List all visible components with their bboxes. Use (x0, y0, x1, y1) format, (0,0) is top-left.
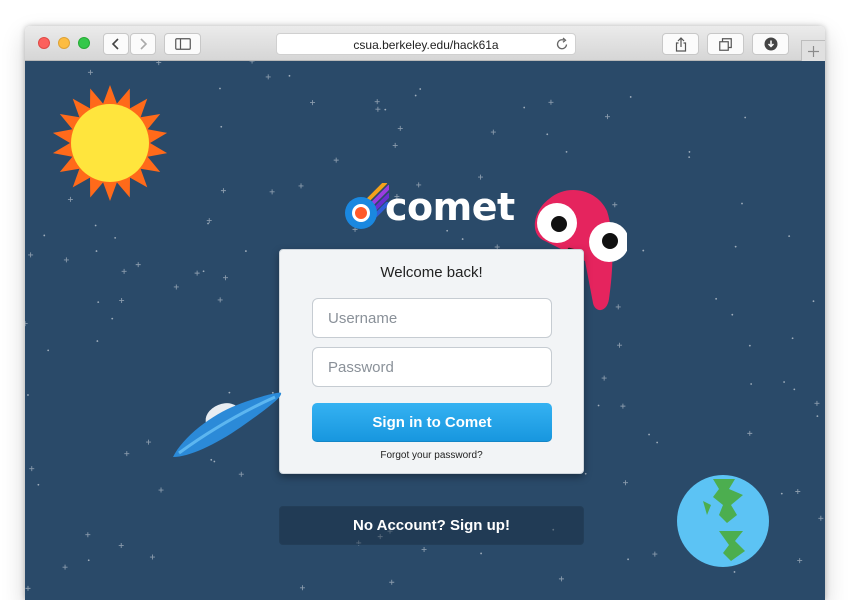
browser-toolbar: csua.berkeley.edu/hack61a (25, 26, 825, 61)
sun-icon (52, 85, 168, 201)
zoom-window-button[interactable] (78, 37, 90, 49)
login-card: Welcome back! Sign in to Comet Forgot yo… (279, 249, 584, 474)
sidebar-button[interactable] (164, 33, 201, 55)
plus-icon (808, 45, 819, 57)
downloads-button[interactable] (752, 33, 789, 55)
login-title: Welcome back! (380, 264, 483, 281)
forward-icon (140, 38, 148, 50)
sign-in-button[interactable]: Sign in to Comet (312, 403, 552, 442)
forgot-password-link[interactable]: Forgot your password? (280, 450, 583, 461)
earth-icon (677, 475, 769, 567)
close-window-button[interactable] (38, 37, 50, 49)
sign-up-label: No Account? Sign up! (353, 517, 510, 534)
new-tab-button[interactable] (801, 40, 825, 61)
minimize-window-button[interactable] (58, 37, 70, 49)
address-url: csua.berkeley.edu/hack61a (353, 38, 499, 52)
tabs-icon (719, 37, 732, 51)
download-icon (764, 37, 777, 51)
password-input[interactable] (312, 347, 552, 387)
comet-brand: comet (341, 183, 521, 239)
sidebar-icon (174, 38, 191, 50)
reload-icon[interactable] (556, 37, 569, 51)
address-bar[interactable]: csua.berkeley.edu/hack61a (276, 33, 576, 55)
back-icon (111, 38, 119, 50)
back-button[interactable] (103, 33, 129, 55)
share-button[interactable] (662, 33, 699, 55)
username-input[interactable] (312, 298, 552, 338)
forward-button[interactable] (130, 33, 156, 55)
share-icon (675, 36, 686, 52)
ufo-icon (173, 392, 282, 457)
browser-window: csua.berkeley.edu/hack61a comet Welcome … (25, 26, 825, 600)
brand-name: comet (385, 185, 515, 229)
tabs-button[interactable] (707, 33, 744, 55)
sign-up-button[interactable]: No Account? Sign up! (279, 506, 584, 545)
comet-logo-icon (345, 183, 389, 229)
page-content: comet Welcome back! Sign in to Comet For… (25, 61, 825, 600)
